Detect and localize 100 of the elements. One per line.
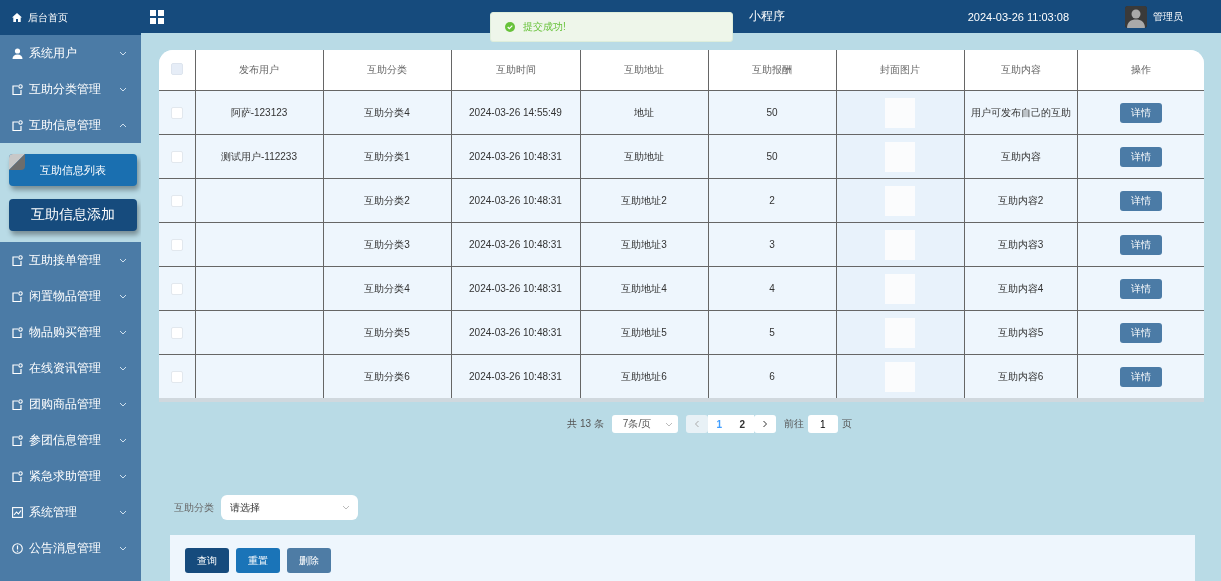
column-header: 互助内容 (964, 50, 1077, 91)
row-checkbox[interactable] (170, 326, 183, 339)
detail-button[interactable]: 详情 (1119, 278, 1162, 299)
sidebar-item[interactable]: 互助接单管理 (0, 242, 141, 278)
username[interactable]: 管理员 (1153, 9, 1183, 24)
table-cell: 互助内容 (964, 134, 1077, 179)
column-header: 互助分类 (323, 50, 451, 91)
row-checkbox[interactable] (170, 238, 183, 251)
detail-button[interactable]: 详情 (1119, 190, 1162, 211)
chevron-down-icon (119, 545, 127, 551)
goto-suffix: 页 (841, 417, 852, 431)
sidebar-item[interactable]: 在线资讯管理 (0, 350, 141, 386)
search-button[interactable]: 查询 (185, 548, 229, 573)
column-header: 发布用户 (195, 50, 323, 91)
sidebar-item[interactable]: 物品购买管理 (0, 314, 141, 350)
sidebar-item[interactable]: 闲置物品管理 (0, 278, 141, 314)
detail-button[interactable]: 详情 (1119, 234, 1162, 255)
submenu-item[interactable]: 互助信息添加 (9, 199, 137, 231)
table-cell: 互助内容5 (964, 310, 1077, 355)
table-cell: 2024-03-26 10:48:31 (451, 266, 580, 311)
detail-button[interactable]: 详情 (1119, 322, 1162, 343)
table-cell: 互助分类6 (323, 354, 451, 398)
detail-button[interactable]: 详情 (1119, 146, 1162, 167)
chevron-down-icon (119, 401, 127, 407)
column-header: 互助时间 (451, 50, 580, 91)
row-checkbox[interactable] (170, 282, 183, 295)
table-cell: 互助地址6 (580, 354, 708, 398)
sidebar-item[interactable]: 参团信息管理 (0, 422, 141, 458)
chevron-right-icon (761, 420, 768, 428)
sidebar-item[interactable]: 系统管理 (0, 494, 141, 530)
chevron-down-icon (119, 329, 127, 335)
column-header: 封面图片 (836, 50, 964, 91)
table-cell: 互助分类2 (323, 178, 451, 223)
select-all-checkbox[interactable] (170, 63, 183, 75)
table-cell: 2024-03-26 10:48:31 (451, 354, 580, 398)
sidebar-item[interactable]: 互助信息管理 (0, 107, 141, 143)
table-cell: 互助内容2 (964, 178, 1077, 223)
table-cell: 用户可发布自己的互助 (964, 90, 1077, 135)
chevron-down-icon (119, 509, 127, 515)
sidebar-item[interactable]: 紧急求助管理 (0, 458, 141, 494)
avatar-icon[interactable] (1125, 5, 1147, 28)
grid-menu-icon[interactable] (150, 9, 164, 24)
column-header: 互助地址 (580, 50, 708, 91)
table-cell: 测试用户-112233 (195, 134, 323, 179)
chart-icon (12, 506, 23, 518)
home-label: 后台首页 (28, 10, 68, 25)
chevron-down-icon (119, 257, 127, 263)
sidebar-item[interactable]: 公告消息管理 (0, 530, 141, 566)
home-menu-item[interactable]: 后台首页 (0, 0, 141, 35)
table-cell: 2024-03-26 14:55:49 (451, 90, 580, 135)
table-cell: 互助内容3 (964, 222, 1077, 267)
table-cell: 2024-03-26 10:48:31 (451, 222, 580, 267)
chevron-down-icon (119, 86, 127, 92)
sidebar-item[interactable]: 互助分类管理 (0, 71, 141, 107)
table-cell: 互助地址2 (580, 178, 708, 223)
detail-button[interactable]: 详情 (1119, 102, 1162, 123)
chevron-down-icon (119, 50, 127, 56)
sidebar-item[interactable]: 团购商品管理 (0, 386, 141, 422)
page-size-select[interactable]: 7条/页 (611, 415, 678, 433)
document-icon (12, 434, 23, 446)
submenu-item[interactable]: 互助信息列表 (9, 154, 137, 186)
table-cell: 阿萨-123123 (195, 90, 323, 135)
category-select[interactable]: 请选择 (221, 495, 358, 520)
row-checkbox[interactable] (170, 370, 183, 383)
next-page-button[interactable] (753, 415, 776, 433)
table-cell: 互助地址 (580, 134, 708, 179)
chevron-down-icon (664, 421, 673, 427)
document-icon (12, 83, 23, 95)
prev-page-button[interactable] (685, 415, 708, 433)
document-icon (12, 254, 23, 266)
table-cell: 互助分类4 (323, 266, 451, 311)
toast-text: 提交成功! (523, 20, 566, 34)
document-icon (12, 119, 23, 131)
table-cell: 2024-03-26 10:48:31 (451, 310, 580, 355)
datetime: 2024-03-26 11:03:08 (967, 10, 1069, 23)
info-icon (12, 542, 23, 554)
sidebar-item[interactable]: 系统用户 (0, 35, 141, 71)
document-icon (12, 290, 23, 302)
filter-label: 互助分类 (174, 500, 214, 515)
user-icon (12, 47, 23, 59)
row-checkbox[interactable] (170, 194, 183, 207)
reset-button[interactable]: 重置 (236, 548, 280, 573)
table-cell: 互助内容6 (964, 354, 1077, 398)
table-cell: 地址 (580, 90, 708, 135)
row-checkbox[interactable] (170, 150, 183, 163)
table-cell: 2024-03-26 10:48:31 (451, 134, 580, 179)
detail-button[interactable]: 详情 (1119, 366, 1162, 387)
row-checkbox[interactable] (170, 106, 183, 119)
total-count: 共 13 条 (567, 417, 604, 431)
table-cell: 互助地址4 (580, 266, 708, 311)
delete-button[interactable]: 删除 (287, 548, 331, 573)
page-number[interactable]: 1 (707, 415, 731, 433)
goto-page-field[interactable]: 1 (807, 415, 838, 433)
page-number[interactable]: 2 (730, 415, 754, 433)
column-header: 操作 (1077, 50, 1204, 91)
document-icon (12, 362, 23, 374)
table-cell: 互助分类3 (323, 222, 451, 267)
chevron-down-icon (119, 365, 127, 371)
goto-label: 前往 (783, 417, 804, 431)
table-cell: 互助分类4 (323, 90, 451, 135)
